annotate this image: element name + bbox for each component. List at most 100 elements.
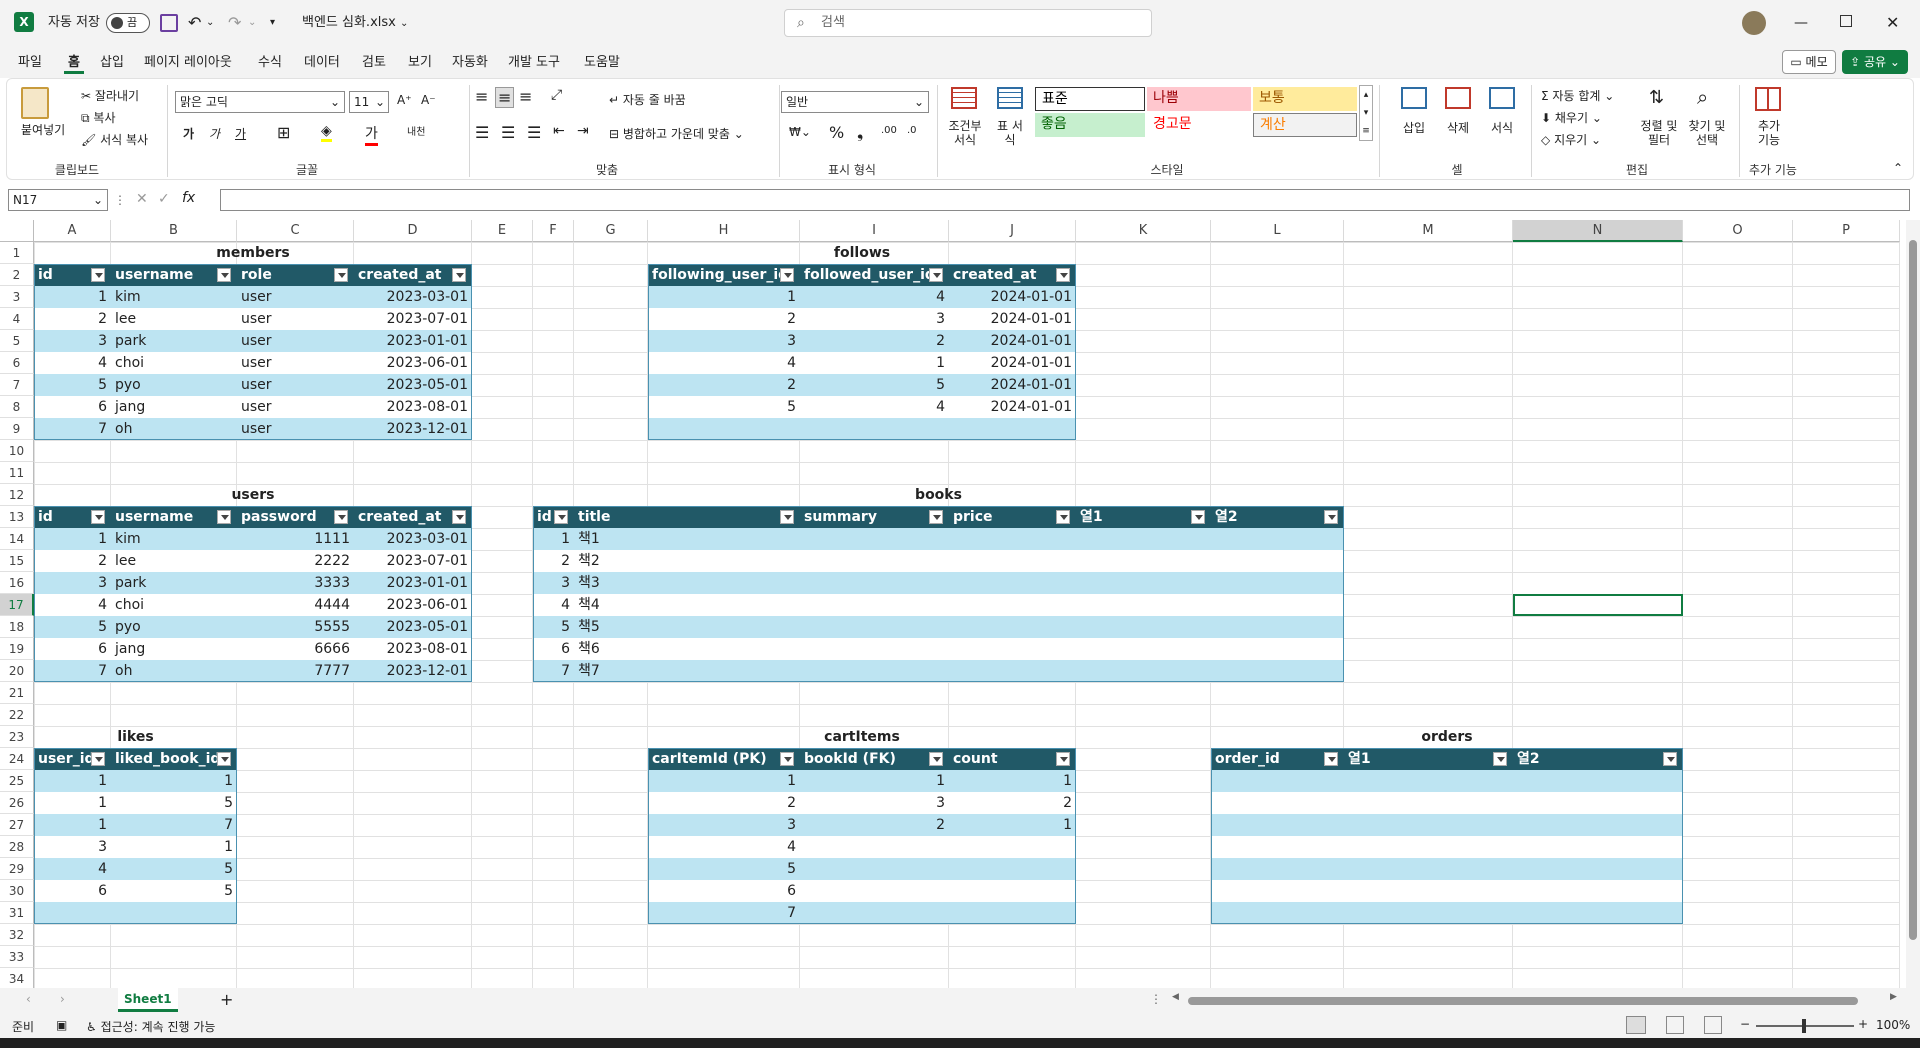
vertical-scroll-thumb[interactable] (1909, 240, 1917, 940)
increase-indent-icon[interactable]: ⇥ (577, 123, 589, 139)
style-neutral[interactable]: 보통 (1253, 87, 1357, 111)
table-title-likes[interactable]: likes (34, 726, 237, 748)
more-icon[interactable]: ⋮ (114, 193, 126, 207)
zoom-level[interactable]: 100% (1876, 1018, 1910, 1032)
column-header-e[interactable]: E (472, 220, 533, 242)
find-select-button[interactable]: 찾기 및 선택 (1685, 119, 1729, 147)
table-title-follows[interactable]: follows (648, 242, 1076, 264)
table-title-members[interactable]: members (34, 242, 472, 264)
row-header-8[interactable]: 8 (0, 396, 34, 418)
row-header-32[interactable]: 32 (0, 924, 34, 946)
cut-button[interactable]: ✂ 잘라내기 (81, 87, 139, 104)
increase-font-icon[interactable]: A⁺ (397, 93, 412, 107)
memo-button[interactable]: ▭ 메모 (1782, 50, 1836, 74)
underline-icon[interactable]: 가 (235, 125, 246, 142)
vertical-scrollbar[interactable] (1906, 220, 1920, 988)
table-format-icon[interactable] (997, 87, 1023, 109)
font-color-icon[interactable]: 가 (365, 123, 378, 146)
row-header-5[interactable]: 5 (0, 330, 34, 352)
row-header-15[interactable]: 15 (0, 550, 34, 572)
tab-data[interactable]: 데이터 (300, 52, 344, 74)
normal-view-icon[interactable] (1626, 1016, 1646, 1034)
save-icon[interactable] (160, 14, 178, 32)
align-bottom-icon[interactable]: ≡ (519, 87, 532, 106)
format-cells-button[interactable]: 서식 (1491, 119, 1513, 136)
minimize-icon[interactable]: — (1794, 12, 1808, 34)
clear-button[interactable]: ◇ 지우기 ⌄ (1541, 131, 1601, 148)
row-header-23[interactable]: 23 (0, 726, 34, 748)
tab-view[interactable]: 보기 (404, 52, 436, 74)
table-format-button[interactable]: 표 서식 (993, 119, 1027, 147)
style-bad[interactable]: 나쁨 (1147, 87, 1251, 111)
row-header-11[interactable]: 11 (0, 462, 34, 484)
addins-icon[interactable] (1755, 87, 1781, 111)
font-name-select[interactable]: 맑은 고딕 ⌄ (175, 91, 345, 113)
column-header-a[interactable]: A (34, 220, 111, 242)
font-size-select[interactable]: 11 ⌄ (349, 91, 389, 113)
collapse-ribbon-icon[interactable]: ⌃ (1893, 161, 1903, 175)
sort-filter-icon[interactable]: ⇅ (1649, 87, 1664, 108)
tab-review[interactable]: 검토 (358, 52, 390, 74)
row-header-29[interactable]: 29 (0, 858, 34, 880)
style-normal[interactable]: 표준 (1035, 87, 1145, 111)
decrease-indent-icon[interactable]: ⇤ (553, 123, 565, 139)
styles-scroll[interactable]: ▴ ▾ ≡ (1359, 85, 1373, 141)
scroll-left-icon[interactable]: ◀ (1172, 992, 1179, 1002)
border-icon[interactable]: ⊞ (277, 123, 290, 142)
row-header-18[interactable]: 18 (0, 616, 34, 638)
prev-sheet-icon[interactable]: ‹ (26, 992, 31, 1006)
select-all-corner[interactable] (0, 220, 34, 242)
comma-icon[interactable]: ❟ (857, 123, 863, 143)
table-title-orders[interactable]: orders (1211, 726, 1683, 748)
paste-icon[interactable] (21, 87, 49, 119)
restore-icon[interactable] (1840, 15, 1852, 27)
wrap-text-button[interactable]: ↵ 자동 줄 바꿈 (609, 91, 686, 108)
confirm-icon[interactable]: ✓ (158, 191, 170, 207)
page-layout-view-icon[interactable] (1666, 1016, 1684, 1034)
orientation-icon[interactable]: ⤢ (551, 87, 562, 103)
style-good[interactable]: 좋음 (1035, 113, 1145, 137)
align-top-icon[interactable]: ≡ (475, 87, 488, 106)
column-header-p[interactable]: P (1793, 220, 1900, 242)
column-header-d[interactable]: D (354, 220, 472, 242)
column-header-j[interactable]: J (949, 220, 1076, 242)
row-header-13[interactable]: 13 (0, 506, 34, 528)
tab-help[interactable]: 도움말 (580, 52, 624, 74)
zoom-out-icon[interactable]: − (1740, 1017, 1750, 1031)
column-header-g[interactable]: G (574, 220, 648, 242)
copy-button[interactable]: ⧉ 복사 (81, 109, 116, 126)
scroll-right-icon[interactable]: ▶ (1890, 992, 1897, 1002)
active-cell-selection[interactable] (1513, 594, 1683, 616)
redo-dropdown-icon[interactable]: ⌄ (248, 12, 256, 34)
row-header-14[interactable]: 14 (0, 528, 34, 550)
row-header-4[interactable]: 4 (0, 308, 34, 330)
decrease-font-icon[interactable]: A⁻ (421, 93, 436, 107)
share-button[interactable]: ⇪ 공유 ⌄ (1842, 50, 1908, 74)
table-title-cartitems[interactable]: cartItems (648, 726, 1076, 748)
worksheet-grid[interactable]: A B C D E F G H I J K L M N O P 1 2 3 4 5 6 7 8 9 10 11 12 13 14 15 16 1… (0, 220, 1920, 988)
align-center-icon[interactable]: ☰ (501, 123, 515, 142)
row-header-3[interactable]: 3 (0, 286, 34, 308)
tab-insert[interactable]: 삽입 (96, 52, 128, 74)
accounting-format-icon[interactable]: ₩⌄ (789, 125, 811, 139)
redo-icon[interactable]: ↷ (228, 12, 241, 34)
search-box[interactable]: ⌕ 검색 (784, 9, 1152, 37)
tab-file[interactable]: 파일 (14, 52, 46, 74)
format-cells-icon[interactable] (1489, 87, 1515, 109)
column-header-k[interactable]: K (1076, 220, 1211, 242)
tab-automate[interactable]: 자동화 (448, 52, 492, 74)
row-header-24[interactable]: 24 (0, 748, 34, 770)
style-calculation[interactable]: 계산 (1253, 113, 1357, 137)
row-header-12[interactable]: 12 (0, 484, 34, 506)
row-header-26[interactable]: 26 (0, 792, 34, 814)
row-header-2[interactable]: 2 (0, 264, 34, 286)
find-icon[interactable]: ⌕ (1697, 85, 1708, 109)
row-header-9[interactable]: 9 (0, 418, 34, 440)
row-header-17[interactable]: 17 (0, 594, 34, 616)
row-header-25[interactable]: 25 (0, 770, 34, 792)
align-right-icon[interactable]: ☰ (527, 123, 541, 142)
row-header-1[interactable]: 1 (0, 242, 34, 264)
formula-input[interactable] (220, 189, 1910, 211)
file-name[interactable]: 백엔드 심화.xlsx ⌄ (302, 12, 408, 34)
insert-cells-button[interactable]: 삽입 (1403, 119, 1425, 136)
